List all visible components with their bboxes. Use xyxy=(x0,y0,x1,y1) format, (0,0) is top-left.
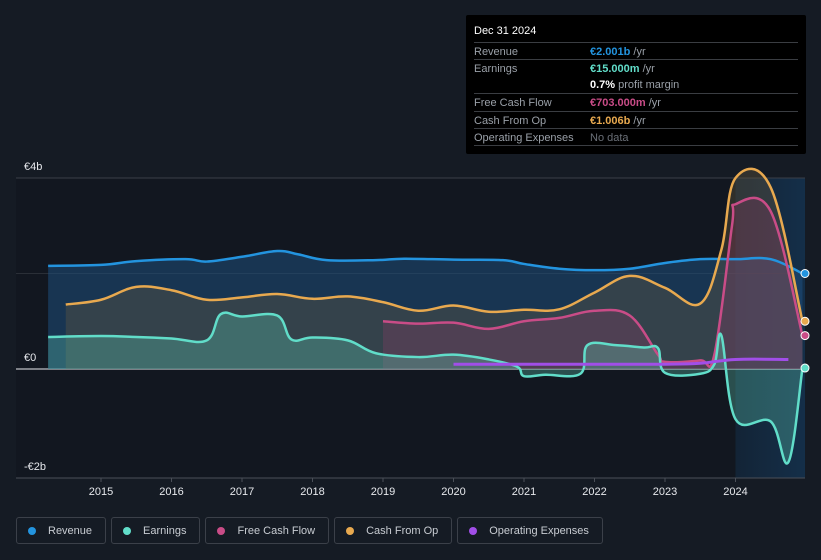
x-tick-label: 2020 xyxy=(441,486,465,498)
tooltip-row: Operating Expenses No data xyxy=(474,128,798,146)
legend-dot-icon xyxy=(28,526,36,535)
tooltip-row-label: Free Cash Flow xyxy=(474,97,552,109)
tooltip-row-value: €703.000m /yr xyxy=(590,97,661,109)
tooltip-row-value: €1.006b /yr xyxy=(590,115,646,127)
tooltip-row: Free Cash Flow €703.000m /yr xyxy=(474,93,798,111)
tooltip-row-value: 0.7% profit margin xyxy=(590,79,680,91)
x-tick-label: 2021 xyxy=(512,486,536,498)
y-tick-label: €4b xyxy=(24,161,42,173)
earnings-end-marker xyxy=(800,363,810,373)
cash-from-op-end-marker xyxy=(800,316,810,326)
tooltip-row: Earnings €15.000m /yr xyxy=(474,59,798,77)
x-tick-label: 2024 xyxy=(723,486,747,498)
tooltip-row-value: €15.000m /yr xyxy=(590,63,655,75)
revenue-end-marker xyxy=(800,269,810,278)
free-cash-flow-end-marker xyxy=(800,331,810,341)
x-tick-label: 2015 xyxy=(89,486,113,498)
legend-dot-icon xyxy=(217,526,226,535)
x-tick-label: 2017 xyxy=(230,486,254,498)
tooltip-divider xyxy=(474,145,798,146)
x-tick-label: 2023 xyxy=(653,486,677,498)
tooltip-row: 0.7% profit margin xyxy=(474,76,798,93)
legend-label: Free Cash Flow xyxy=(237,524,316,537)
legend-label: Operating Expenses xyxy=(489,524,589,537)
tooltip-row-label: Operating Expenses xyxy=(474,132,574,144)
tooltip-row-label: Cash From Op xyxy=(474,115,547,127)
legend: Revenue Earnings Free Cash Flow Cash From O… xyxy=(16,517,603,544)
tooltip-panel: Dec 31 2024 Revenue €2.001b /yr Earnings €1… xyxy=(466,15,806,154)
tooltip-row: Cash From Op €1.006b /yr xyxy=(474,111,798,129)
tooltip-row-label: Revenue xyxy=(474,46,519,58)
legend-dot-icon xyxy=(346,526,355,535)
x-tick-label: 2022 xyxy=(582,486,606,498)
tooltip-row-value: No data xyxy=(590,132,629,144)
legend-label: Revenue xyxy=(48,524,93,537)
legend-item-earnings[interactable]: Earnings xyxy=(111,517,201,544)
tooltip-row-label: Earnings xyxy=(474,63,518,75)
legend-item-revenue[interactable]: Revenue xyxy=(16,517,107,544)
tooltip-date: Dec 31 2024 xyxy=(474,25,537,37)
tooltip-row-value: €2.001b /yr xyxy=(590,46,646,58)
legend-label: Earnings xyxy=(143,524,187,537)
legend-dot-icon xyxy=(123,526,132,535)
legend-item-free-cash-flow[interactable]: Free Cash Flow xyxy=(205,517,330,544)
x-tick-label: 2019 xyxy=(371,486,395,498)
legend-item-cash-from-op[interactable]: Cash From Op xyxy=(334,517,453,544)
legend-dot-icon xyxy=(469,526,478,535)
y-tick-label: -€2b xyxy=(24,461,46,473)
x-tick-label: 2016 xyxy=(159,486,183,498)
legend-label: Cash From Op xyxy=(366,524,439,537)
tooltip-row: Revenue €2.001b /yr xyxy=(474,42,798,60)
legend-item-operating-expenses[interactable]: Operating Expenses xyxy=(457,517,603,544)
x-tick-label: 2018 xyxy=(300,486,324,498)
y-tick-label: €0 xyxy=(24,352,36,364)
